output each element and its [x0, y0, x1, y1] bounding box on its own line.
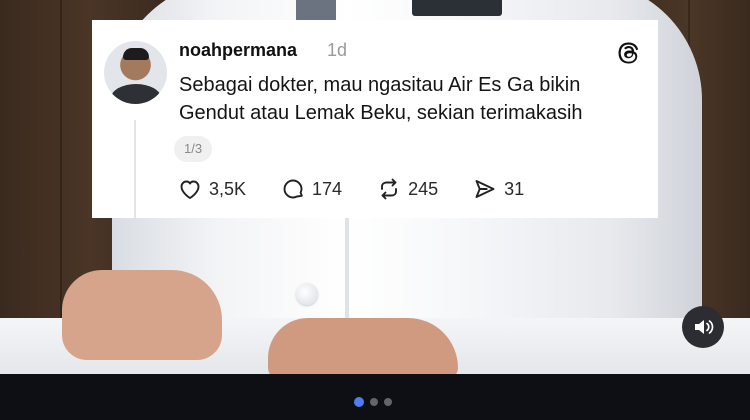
post-text: Sebagai dokter, mau ngasitau Air Es Ga b… — [179, 74, 583, 124]
reply-count: 174 — [312, 178, 343, 199]
page-indicator-badge: 1/3 — [174, 136, 213, 162]
share-button[interactable]: 31 — [472, 176, 524, 202]
heart-icon — [180, 180, 200, 199]
carousel-indicator — [354, 397, 398, 407]
carousel-dot[interactable] — [384, 398, 392, 406]
repost-count: 245 — [408, 178, 439, 199]
share-count: 31 — [504, 178, 525, 199]
post-time: 1d — [327, 40, 348, 60]
doctor-tie — [296, 0, 336, 20]
speech-bubble-icon — [283, 179, 303, 199]
right-hand — [268, 318, 458, 374]
repost-icon — [381, 178, 398, 200]
name-badge — [412, 0, 502, 16]
send-icon — [475, 180, 495, 198]
coat-button — [296, 283, 318, 305]
reply-button[interactable]: 174 — [280, 176, 342, 202]
post-username[interactable]: noahpermana — [179, 40, 297, 61]
action-bar: 3,5K 174 245 31 — [177, 176, 558, 202]
repost-button[interactable]: 245 — [376, 176, 438, 202]
mute-toggle-button[interactable] — [682, 306, 724, 348]
thread-connector-line — [134, 120, 136, 218]
threads-logo-icon — [618, 42, 639, 64]
like-button[interactable]: 3,5K — [177, 176, 246, 202]
threads-post-card: noahpermana 1d Sebagai dokter, mau ngasi… — [92, 20, 658, 218]
carousel-footer — [0, 374, 750, 420]
left-hand — [62, 270, 222, 360]
like-count: 3,5K — [209, 178, 247, 199]
carousel-dot[interactable] — [370, 398, 378, 406]
carousel-dot-active[interactable] — [354, 397, 364, 407]
speaker-icon — [695, 320, 714, 334]
avatar[interactable] — [104, 41, 167, 104]
